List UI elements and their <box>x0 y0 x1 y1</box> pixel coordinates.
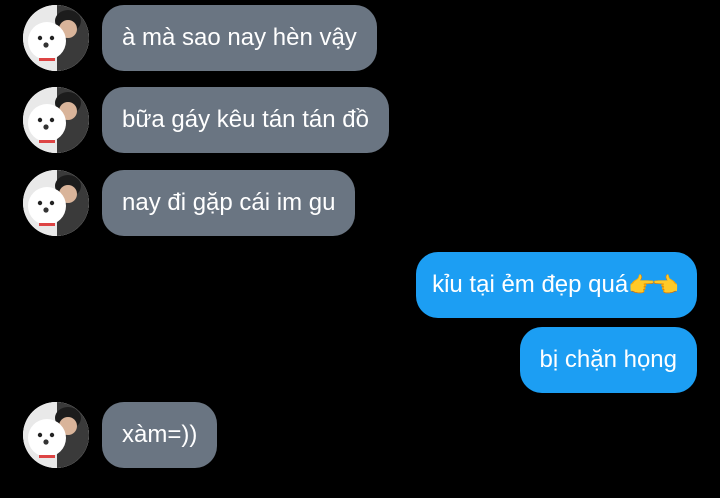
pointing-fingers-icon: 👉👈 <box>628 272 679 298</box>
message-text: bị chặn họng <box>539 346 677 373</box>
avatar-photo-icon <box>23 87 89 153</box>
message-text: nay đi gặp cái im gu <box>122 189 336 216</box>
avatar[interactable] <box>23 87 89 153</box>
avatar[interactable] <box>23 402 89 468</box>
message-text: kỉu tại ẻm đẹp quá <box>432 271 629 298</box>
message-text: xàm=)) <box>122 421 198 448</box>
message-bubble-outgoing[interactable]: kỉu tại ẻm đẹp quá👉👈 <box>416 252 697 318</box>
message-bubble-incoming[interactable]: nay đi gặp cái im gu <box>102 170 356 236</box>
message-bubble-outgoing[interactable]: bị chặn họng <box>519 327 697 393</box>
message-bubble-incoming[interactable]: à mà sao nay hèn vậy <box>102 5 377 71</box>
message-bubble-incoming[interactable]: xàm=)) <box>102 402 218 468</box>
avatar[interactable] <box>23 170 89 236</box>
message-text: bữa gáy kêu tán tán đồ <box>122 106 369 133</box>
avatar-photo-icon <box>23 402 89 468</box>
message-text: à mà sao nay hèn vậy <box>122 24 357 51</box>
avatar-photo-icon <box>23 170 89 236</box>
message-bubble-incoming[interactable]: bữa gáy kêu tán tán đồ <box>102 87 389 153</box>
avatar-photo-icon <box>23 5 89 71</box>
avatar[interactable] <box>23 5 89 71</box>
